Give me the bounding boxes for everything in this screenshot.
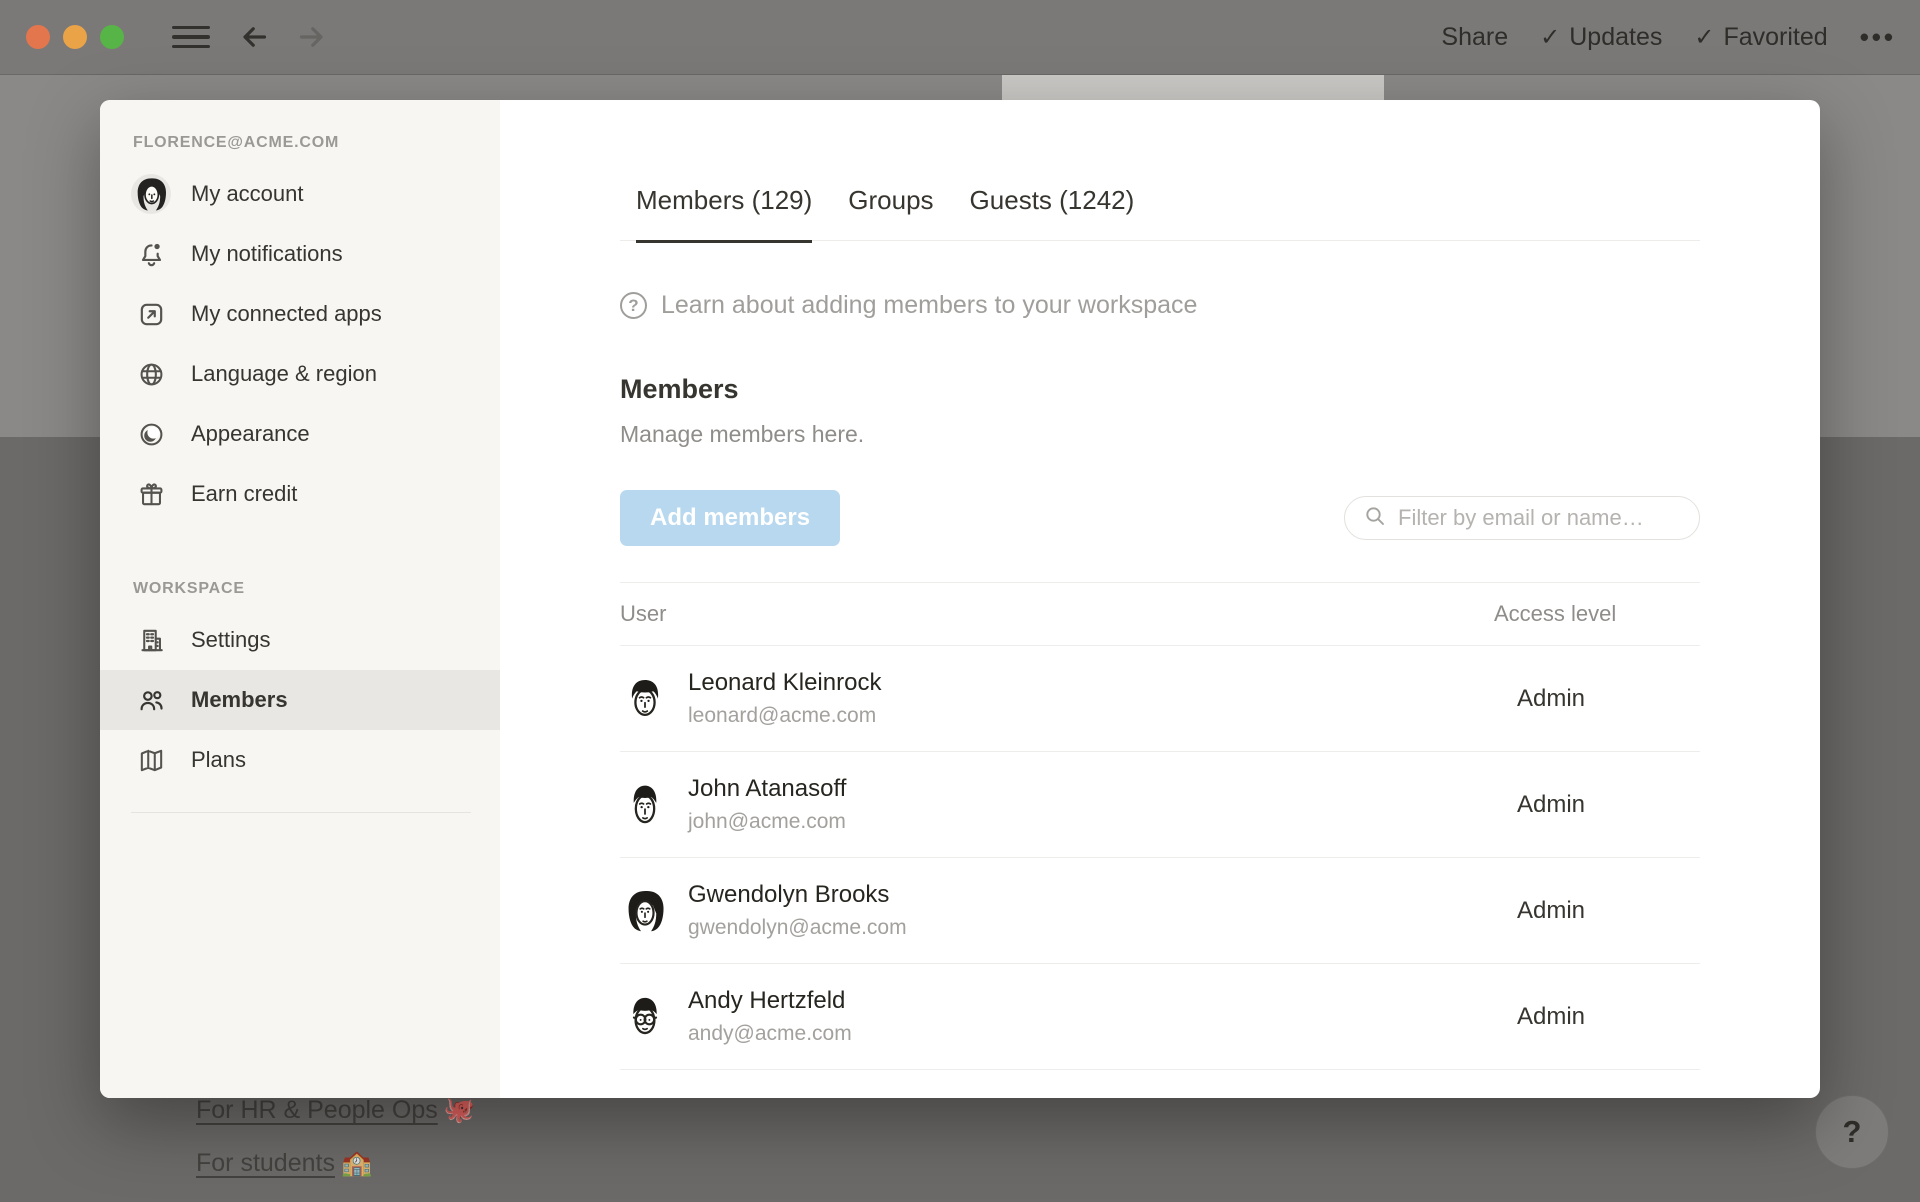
more-options-icon[interactable]: ••• [1860,22,1896,53]
sidebar-item-members[interactable]: Members [100,670,500,730]
tab-guests[interactable]: Guests (1242) [970,185,1135,240]
for-students-link[interactable]: For students🏫 [196,1149,475,1178]
search-icon [1363,504,1387,533]
favorited-button[interactable]: ✓ Favorited [1694,23,1827,52]
dimmed-page-highlight-strip [1002,75,1384,101]
access-level-column-header: Access level [1494,601,1700,627]
table-row[interactable]: Gwendolyn Brooks gwendolyn@acme.com Admi… [620,858,1700,964]
settings-sidebar: FLORENCE@ACME.COM My account [100,100,500,1098]
member-email: gwendolyn@acme.com [688,916,907,940]
members-table-header: User Access level [620,582,1700,646]
school-emoji: 🏫 [341,1149,372,1178]
share-button[interactable]: Share [1441,23,1508,52]
table-row[interactable]: Andy Hertzfeld andy@acme.com Admin [620,964,1700,1070]
members-tabs: Members (129) Groups Guests (1242) [620,185,1700,241]
sidebar-item-settings[interactable]: Settings [100,610,500,670]
account-section-header: FLORENCE@ACME.COM [133,134,500,152]
dimmed-page-links: For HR & People Ops🐙 For students🏫 [196,1096,475,1202]
moon-icon [131,414,171,454]
member-name: John Atanasoff [688,775,846,803]
workspace-section-header: WORKSPACE [133,580,500,598]
bell-icon [131,234,171,274]
member-email: john@acme.com [688,810,846,834]
user-column-header: User [620,601,1494,627]
members-section-subtitle: Manage members here. [620,421,1700,448]
member-name: Andy Hertzfeld [688,987,852,1015]
gift-icon [131,474,171,514]
florence-avatar [131,174,171,214]
globe-icon [131,354,171,394]
member-avatar [620,992,670,1042]
sidebar-divider [131,812,471,813]
sidebar-item-my-connected-apps[interactable]: My connected apps [100,284,500,344]
sidebar-item-earn-credit[interactable]: Earn credit [100,464,500,524]
back-arrow-icon[interactable] [236,19,272,55]
access-level-value[interactable]: Admin [1494,1003,1585,1030]
members-section-title: Members [620,374,1700,405]
member-avatar [620,886,670,936]
people-icon [131,680,171,720]
access-level-value[interactable]: Admin [1494,897,1585,924]
member-email: andy@acme.com [688,1022,852,1046]
minimize-window-button[interactable] [63,25,87,49]
member-filter-field[interactable] [1344,496,1700,540]
settings-modal: FLORENCE@ACME.COM My account [100,100,1820,1098]
question-mark-icon: ? [1843,1114,1862,1150]
updates-button[interactable]: ✓ Updates [1540,23,1662,52]
help-button[interactable]: ? [1815,1095,1889,1169]
octopus-emoji: 🐙 [444,1096,475,1125]
check-icon: ✓ [1540,23,1560,52]
arrow-up-right-box-icon [131,294,171,334]
sidebar-menu-icon[interactable] [172,26,210,49]
tab-members[interactable]: Members (129) [636,185,812,240]
forward-arrow-icon[interactable] [294,19,330,55]
add-members-button[interactable]: Add members [620,490,840,546]
table-row[interactable]: Leonard Kleinrock leonard@acme.com Admin [620,646,1700,752]
members-settings-panel: Members (129) Groups Guests (1242) ? Lea… [500,100,1820,1098]
close-window-button[interactable] [26,25,50,49]
help-circle-icon: ? [620,292,647,319]
access-level-value[interactable]: Admin [1494,685,1585,712]
building-icon [131,620,171,660]
member-name: Leonard Kleinrock [688,669,881,697]
window-titlebar: Share ✓ Updates ✓ Favorited ••• [0,0,1920,75]
sidebar-item-plans[interactable]: Plans [100,730,500,790]
member-avatar [620,674,670,724]
sidebar-item-my-notifications[interactable]: My notifications [100,224,500,284]
check-icon: ✓ [1694,23,1714,52]
members-table: User Access level Leon [620,582,1700,1070]
tab-groups[interactable]: Groups [848,185,933,240]
sidebar-item-language-region[interactable]: Language & region [100,344,500,404]
sidebar-item-my-account[interactable]: My account [100,164,500,224]
zoom-window-button[interactable] [100,25,124,49]
member-filter-input[interactable] [1398,505,1681,531]
map-icon [131,740,171,780]
learn-about-members-link[interactable]: ? Learn about adding members to your wor… [620,291,1700,320]
access-level-value[interactable]: Admin [1494,791,1585,818]
sidebar-item-appearance[interactable]: Appearance [100,404,500,464]
member-avatar [620,780,670,830]
traffic-lights [26,25,124,49]
member-email: leonard@acme.com [688,704,881,728]
for-hr-people-ops-link[interactable]: For HR & People Ops🐙 [196,1096,475,1125]
table-row[interactable]: John Atanasoff john@acme.com Admin [620,752,1700,858]
member-name: Gwendolyn Brooks [688,881,907,909]
